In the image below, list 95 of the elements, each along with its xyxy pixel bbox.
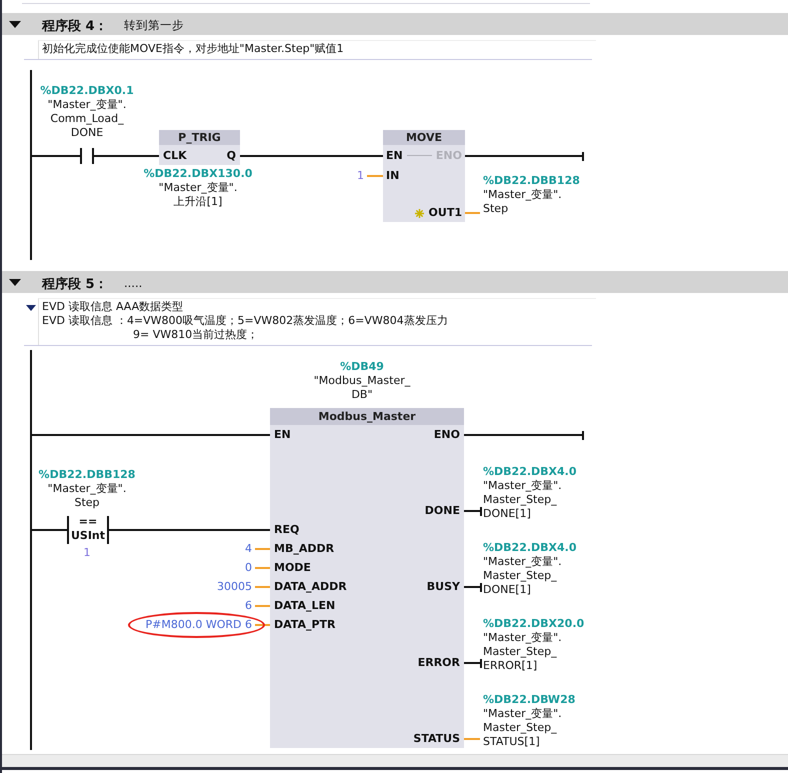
tag-address: %DB22.DBW28	[483, 693, 576, 707]
wire	[464, 738, 480, 740]
tag-name: DONE[1]	[483, 507, 531, 521]
pin-label: ERROR	[418, 656, 460, 670]
tag-name: STATUS[1]	[483, 735, 540, 749]
contact-address: %DB22.DBX0.1	[40, 84, 134, 98]
contact-symbol	[80, 148, 94, 164]
contact-name: Comm_Load_	[50, 112, 124, 126]
contact-name: DONE	[70, 126, 104, 140]
tag-name: Master_Step_	[483, 569, 557, 583]
wire-end-icon	[582, 431, 584, 440]
pin-label: CLK	[163, 149, 187, 163]
wire	[255, 567, 270, 569]
pin-label: IN	[386, 169, 400, 183]
wire	[31, 529, 67, 531]
wire	[367, 175, 383, 177]
tag-address: %DB22.DBB128	[483, 174, 580, 188]
wire	[464, 662, 480, 664]
tag-name: "Master_变量".	[483, 188, 562, 202]
compare-name: Step	[74, 496, 100, 510]
wire	[255, 586, 270, 588]
tag-name: "Master_变量".	[483, 479, 562, 493]
pin-label: STATUS	[413, 732, 460, 746]
caret-icon[interactable]	[9, 21, 21, 28]
wire	[31, 155, 80, 157]
wire-end-icon	[480, 583, 482, 592]
pin-label: ENO	[434, 428, 460, 442]
tag-name: "Master_变量".	[483, 707, 562, 721]
contact-name: "Master_变量".	[48, 98, 126, 112]
tag-name: Master_Step_	[483, 721, 557, 735]
wire-end-icon	[480, 507, 482, 516]
wire	[464, 586, 480, 588]
pin-label: REQ	[274, 523, 300, 537]
network-title: 程序段 5：	[42, 276, 108, 293]
wire	[94, 155, 159, 157]
comment-text: 初始化完成位使能MOVE指令，对步地址"Master.Step"赋值1	[42, 42, 344, 56]
tag-name: "Master_变量".	[483, 555, 562, 569]
instance-name: "Modbus_Master_	[314, 374, 410, 388]
compare-value: 1	[84, 546, 90, 560]
tag-name: Step	[483, 202, 508, 216]
pin-label: Q	[226, 149, 236, 163]
value-text: 0	[245, 561, 252, 575]
pin-label: BUSY	[426, 580, 460, 594]
sparkle-icon	[415, 209, 424, 218]
wire	[255, 548, 270, 550]
tag-name: 上升沿[1]	[174, 195, 222, 209]
block-title: P_TRIG	[159, 130, 240, 145]
value-text: 30005	[217, 580, 252, 594]
wire-end-icon	[582, 152, 584, 161]
tag-name: "Master_变量".	[483, 631, 562, 645]
network-comment-title: 转到第一步	[124, 18, 184, 33]
pin-label: OUT1	[428, 206, 462, 220]
compare-name: "Master_变量".	[48, 482, 126, 496]
caret-icon[interactable]	[9, 279, 21, 286]
block-title: Modbus_Master	[270, 408, 464, 425]
value-text: 6	[245, 599, 252, 613]
wire-end-icon	[480, 659, 482, 668]
comment-text: EVD 读取信息 ：4=VW800吸气温度；5=VW802蒸发温度；6=VW804蒸发压力	[42, 314, 448, 328]
tag-address: %DB22.DBX130.0	[144, 167, 252, 181]
block-title: MOVE	[383, 130, 465, 145]
pin-label: DONE	[424, 504, 460, 518]
tag-name: ERROR[1]	[483, 659, 538, 673]
instance-address: %DB49	[340, 360, 384, 374]
network-title: 程序段 4：	[42, 18, 108, 35]
tag-address: %DB22.DBX4.0	[483, 465, 577, 479]
pin-label: DATA_ADDR	[274, 580, 347, 594]
pin-label: EN	[386, 149, 403, 163]
wire	[255, 624, 270, 626]
wire	[465, 212, 480, 214]
tag-name: DONE[1]	[483, 583, 531, 597]
network-comment-title: .....	[124, 276, 142, 290]
pin-label: MB_ADDR	[274, 542, 334, 556]
wire	[464, 510, 480, 512]
compare-address: %DB22.DBB128	[38, 468, 136, 482]
pin-label: MODE	[274, 561, 311, 575]
compare-contact	[67, 516, 109, 544]
tag-name: Master_Step_	[483, 493, 557, 507]
comment-text: EVD 读取信息 AAA数据类型	[42, 300, 184, 314]
value-text: 4	[245, 542, 252, 556]
pin-label: EN	[274, 428, 291, 442]
caret-icon[interactable]	[26, 305, 36, 311]
tag-name: "Master_变量".	[158, 181, 238, 195]
comment-text: 9= VW810当前过热度；	[132, 328, 258, 342]
pin-label: DATA_LEN	[274, 599, 336, 613]
value-text: 1	[357, 169, 364, 183]
compare-type: USInt	[70, 529, 106, 543]
value-text: P#M800.0 WORD 6	[146, 618, 252, 632]
horizontal-scrollbar[interactable]	[2, 754, 788, 770]
pin-label: DATA_PTR	[274, 618, 336, 632]
tag-name: Master_Step_	[483, 645, 557, 659]
tag-address: %DB22.DBX4.0	[483, 541, 577, 555]
compare-operator: ==	[78, 515, 98, 529]
tag-address: %DB22.DBX20.0	[483, 617, 584, 631]
instance-name: DB"	[351, 388, 373, 402]
wire	[255, 605, 270, 607]
